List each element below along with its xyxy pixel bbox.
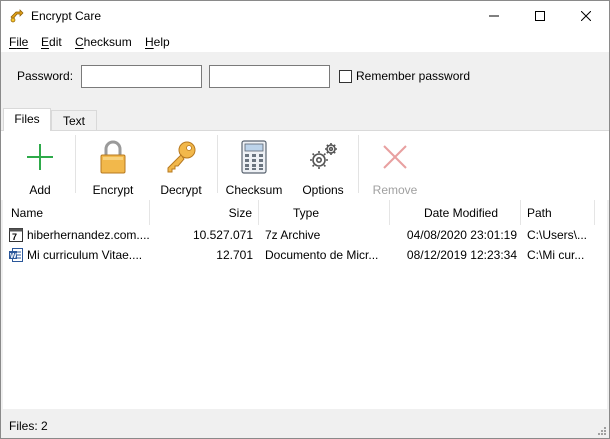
password-field[interactable] [81, 65, 202, 88]
toolbar: Add Encrypt Decrypt Checksum Options Rem… [1, 130, 609, 200]
file-path: C:\Users\... [527, 228, 588, 242]
file-path: C:\Mi cur... [527, 248, 585, 262]
svg-text:W: W [10, 253, 17, 260]
column-header-path[interactable]: Path [521, 200, 595, 225]
title-bar[interactable]: Encrypt Care [1, 1, 609, 31]
padlock-icon [93, 137, 133, 177]
column-header-name[interactable]: Name [3, 200, 150, 225]
remove-x-icon [375, 137, 415, 177]
add-icon [20, 137, 60, 177]
options-button[interactable]: Options [295, 131, 351, 199]
column-header-type[interactable]: Type [259, 200, 390, 225]
file-name: Mi curriculum Vitae.... [27, 248, 143, 262]
resize-grip-icon[interactable] [595, 424, 607, 436]
close-button[interactable] [563, 1, 609, 31]
toolbar-separator [75, 135, 76, 193]
svg-text:7: 7 [12, 232, 17, 242]
file-name: hiberhernandez.com.... [27, 228, 149, 242]
menu-checksum[interactable]: Checksum [75, 35, 132, 49]
tab-strip: Files Text [1, 108, 609, 131]
decrypt-button[interactable]: Decrypt [153, 131, 209, 199]
add-button[interactable]: Add [15, 131, 65, 199]
checksum-button[interactable]: Checksum [223, 131, 285, 199]
file-size: 10.527.071 [192, 228, 253, 242]
status-file-count: Files: 2 [9, 419, 48, 433]
table-row[interactable]: 7 hiberhernandez.com.... 10.527.071 7z A… [3, 225, 607, 245]
app-window: Encrypt Care File Edit Checksum Help Pas… [0, 0, 610, 439]
tab-text[interactable]: Text [51, 110, 97, 130]
status-bar: Files: 2 [1, 411, 609, 438]
password-label: Password: [17, 69, 74, 83]
column-header-date-modified[interactable]: Date Modified [390, 200, 521, 225]
close-icon [581, 11, 591, 21]
toolbar-separator [358, 135, 359, 193]
file-date-modified: 04/08/2020 23:01:19 [406, 228, 517, 242]
remove-button[interactable]: Remove [367, 131, 423, 199]
menu-bar: File Edit Checksum Help [1, 31, 609, 52]
remember-password-checkbox[interactable] [339, 70, 352, 83]
password-bar: Password: Remember password [1, 52, 609, 100]
calculator-icon [234, 137, 274, 177]
word-document-icon: W [8, 247, 24, 263]
menu-help[interactable]: Help [145, 35, 170, 49]
file-type: Documento de Micr... [265, 248, 379, 262]
gears-icon [303, 137, 343, 177]
key-icon [161, 137, 201, 177]
tab-files[interactable]: Files [3, 108, 51, 131]
menu-edit[interactable]: Edit [41, 35, 62, 49]
file-date-modified: 08/12/2019 12:23:34 [406, 248, 517, 262]
archive-icon: 7 [8, 227, 24, 243]
app-logo-icon [9, 8, 25, 24]
window-title: Encrypt Care [31, 9, 102, 23]
minimize-icon [489, 15, 499, 17]
table-row[interactable]: W Mi curriculum Vitae.... 12.701 Documen… [3, 245, 607, 265]
menu-file[interactable]: File [9, 35, 28, 49]
maximize-icon [535, 11, 545, 21]
minimize-button[interactable] [471, 1, 517, 31]
maximize-button[interactable] [517, 1, 563, 31]
file-type: 7z Archive [265, 228, 321, 242]
encrypt-button[interactable]: Encrypt [85, 131, 141, 199]
file-list[interactable]: Name Size Type Date Modified Path 7 hibe… [3, 200, 607, 409]
list-header: Name Size Type Date Modified Path [3, 200, 607, 225]
toolbar-separator [217, 135, 218, 193]
password-confirm-field[interactable] [209, 65, 330, 88]
remember-password-label[interactable]: Remember password [356, 69, 470, 83]
column-header-size[interactable]: Size [150, 200, 259, 225]
file-size: 12.701 [216, 248, 253, 262]
